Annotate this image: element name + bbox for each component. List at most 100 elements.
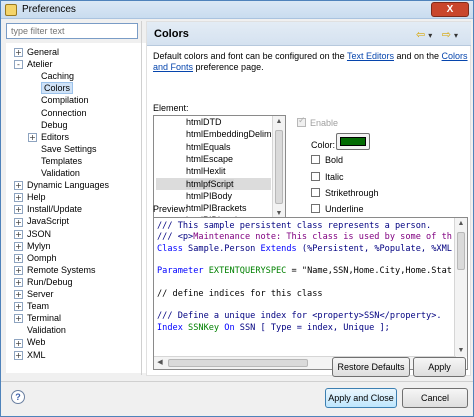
tree-item-label: Validation (27, 325, 66, 336)
preview-hscrollbar[interactable]: ◀ ▶ (154, 356, 456, 369)
element-list-item-label: htmlPIBrackets (186, 203, 247, 214)
tree-item[interactable]: + JavaScript (14, 215, 69, 227)
preferences-window: Preferences X +General-AtelierCachingCol… (0, 0, 474, 417)
element-list-item[interactable]: htmlpfScript (156, 177, 271, 190)
tree-item[interactable]: + General (14, 46, 59, 58)
scroll-down-icon[interactable]: ▼ (455, 345, 467, 357)
tree-item[interactable]: Caching (28, 70, 74, 82)
code-token: /// Define a unique index for <property>… (157, 311, 442, 322)
tree-item[interactable]: + Oomph (14, 252, 57, 264)
tree-item-label: Terminal (27, 313, 62, 324)
tree-item[interactable]: + JSON (14, 228, 51, 240)
element-list-item[interactable]: htmlEscape (156, 153, 271, 165)
tree-item[interactable]: + Editors (28, 131, 69, 143)
back-menu-icon[interactable]: ▾ (428, 31, 435, 40)
apply-and-close-button[interactable]: Apply and Close (325, 388, 397, 408)
bold-checkbox[interactable] (311, 155, 320, 164)
forward-menu-icon[interactable]: ▾ (454, 31, 461, 40)
desc-text: and on the (394, 51, 442, 61)
expand-icon[interactable]: + (14, 278, 23, 288)
scroll-thumb[interactable] (457, 232, 465, 270)
tree-item-label: Save Settings (41, 143, 97, 154)
strikethrough-checkbox[interactable] (311, 188, 320, 197)
expand-icon[interactable]: + (14, 350, 23, 360)
color-picker-button[interactable] (336, 133, 370, 150)
underline-checkbox[interactable] (311, 204, 320, 213)
preview-pane[interactable]: /// This sample persistent class represe… (153, 217, 468, 370)
element-list-scrollbar[interactable]: ▲ ▼ (272, 116, 285, 218)
element-list-item[interactable]: htmlHexlit (156, 165, 271, 177)
text-editors-link[interactable]: Text Editors (347, 51, 394, 61)
element-label: Element: (153, 103, 189, 113)
scroll-up-icon[interactable]: ▲ (273, 116, 285, 128)
apply-button[interactable]: Apply (413, 357, 466, 377)
cancel-button[interactable]: Cancel (402, 388, 468, 408)
tree-item[interactable]: + Terminal (14, 312, 61, 324)
scroll-thumb[interactable] (275, 130, 283, 204)
tree-item[interactable]: - Atelier (14, 58, 53, 70)
expand-icon[interactable]: + (14, 253, 23, 263)
tree-item[interactable]: + Server (14, 288, 54, 300)
element-list-item[interactable]: htmlEmbeddingDelimiter (156, 128, 284, 140)
expand-icon[interactable]: + (14, 193, 23, 203)
tree-item[interactable]: Validation (28, 167, 80, 179)
restore-defaults-button[interactable]: Restore Defaults (332, 357, 410, 377)
tree-item-label: Help (27, 192, 46, 203)
tree-item[interactable]: Save Settings (28, 143, 97, 155)
title-bar[interactable]: Preferences X (1, 1, 473, 19)
tree-item[interactable]: + Mylyn (14, 240, 51, 252)
tree-item[interactable]: Compilation (28, 94, 89, 106)
expand-icon[interactable]: + (14, 181, 23, 191)
filter-input[interactable] (6, 23, 138, 39)
page-header: Colors ⇦▾ ⇨▾ (147, 22, 471, 46)
expand-icon[interactable]: + (14, 314, 23, 324)
expand-icon[interactable]: + (14, 290, 23, 300)
expand-icon[interactable]: + (14, 302, 23, 312)
tree-item[interactable]: + Dynamic Languages (14, 179, 109, 191)
forward-arrow-icon[interactable]: ⇨ (442, 28, 454, 41)
italic-checkbox[interactable] (311, 172, 320, 181)
back-arrow-icon[interactable]: ⇦ (416, 28, 428, 41)
tree-item[interactable]: + Help (14, 191, 46, 203)
tree-item-label: Mylyn (27, 240, 51, 251)
tree-item[interactable]: Connection (28, 107, 87, 119)
tree-item-label: Connection (41, 107, 87, 118)
scroll-left-icon[interactable]: ◀ (154, 357, 166, 369)
enable-label: Enable (310, 118, 339, 128)
tree-item[interactable]: Validation (14, 324, 66, 336)
tree-item[interactable]: + Web (14, 336, 45, 348)
tree-item[interactable]: + XML (14, 349, 46, 361)
expand-icon[interactable]: + (14, 229, 23, 239)
close-button[interactable]: X (431, 2, 469, 17)
expand-icon[interactable]: + (14, 205, 23, 215)
underline-label: Underline (325, 204, 364, 214)
code-token: On (224, 322, 240, 333)
preview-vscrollbar[interactable]: ▲ ▼ (454, 218, 467, 357)
code-token: SSNKey (188, 322, 225, 333)
tree-item[interactable]: + Team (14, 300, 49, 312)
expand-icon[interactable]: + (14, 217, 23, 227)
expand-icon[interactable]: + (14, 265, 23, 275)
enable-checkbox[interactable] (297, 116, 306, 127)
collapse-icon[interactable]: - (14, 60, 23, 70)
tree-item[interactable]: Debug (28, 119, 68, 131)
scroll-thumb[interactable] (168, 359, 308, 367)
expand-icon[interactable]: + (28, 132, 37, 142)
help-icon[interactable]: ? (11, 390, 25, 404)
tree-item[interactable]: + Install/Update (14, 203, 82, 215)
element-list-item[interactable]: htmlPIBody (156, 190, 271, 202)
code-token: // define indices for this class (157, 288, 323, 299)
expand-icon[interactable]: + (14, 338, 23, 348)
element-list-item[interactable]: htmlDTD (156, 116, 271, 128)
code-line: /// This sample persistent class represe… (157, 221, 452, 232)
tree-item[interactable]: Colors (28, 82, 74, 95)
tree-item-label: Install/Update (27, 204, 83, 215)
scroll-up-icon[interactable]: ▲ (455, 218, 467, 230)
tree-item[interactable]: + Remote Systems (14, 264, 96, 276)
element-list-item-label: htmlPIBody (186, 190, 233, 201)
element-list-item[interactable]: htmlEquals (156, 141, 271, 153)
tree-item[interactable]: Templates (28, 155, 82, 167)
expand-icon[interactable]: + (14, 241, 23, 251)
tree-item[interactable]: + Run/Debug (14, 276, 73, 288)
expand-icon[interactable]: + (14, 48, 23, 58)
